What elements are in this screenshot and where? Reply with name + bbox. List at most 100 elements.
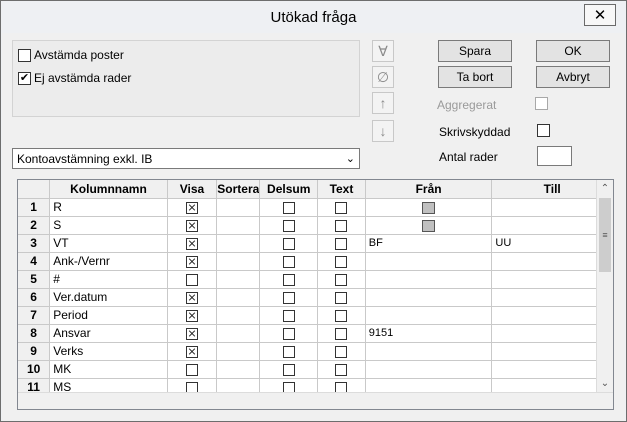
chevron-down-icon[interactable]: ⌄ <box>346 152 355 165</box>
visa-cell[interactable] <box>167 324 218 343</box>
column-header-text[interactable]: Text <box>317 180 366 199</box>
fran-value-marker[interactable] <box>422 219 436 232</box>
fran-cell[interactable] <box>365 252 493 271</box>
visa-checkbox[interactable] <box>185 219 198 232</box>
text-checkbox[interactable] <box>335 345 348 358</box>
column-header-visa[interactable]: Visa <box>167 180 218 199</box>
delsum-cell[interactable] <box>259 324 319 343</box>
text-checkbox[interactable] <box>335 255 348 268</box>
till-cell[interactable] <box>491 306 613 325</box>
sortera-cell[interactable] <box>216 234 261 253</box>
sortera-cell[interactable] <box>216 360 261 379</box>
text-checkbox[interactable] <box>335 237 348 250</box>
sortera-cell[interactable] <box>216 270 261 289</box>
text-checkbox[interactable] <box>335 309 348 322</box>
visa-cell[interactable] <box>167 342 218 361</box>
delsum-cell[interactable] <box>259 342 319 361</box>
delsum-cell[interactable] <box>259 360 319 379</box>
fran-cell[interactable] <box>365 306 493 325</box>
filter-all-button[interactable]: ∀ <box>372 40 394 62</box>
text-checkbox[interactable] <box>335 219 348 232</box>
fran-cell[interactable]: BF <box>365 234 493 253</box>
column-name-cell[interactable]: S <box>49 216 168 235</box>
column-header-kolumnnamn[interactable]: Kolumnnamn <box>49 180 168 199</box>
table-row[interactable]: 1R <box>18 198 613 217</box>
till-cell[interactable] <box>491 342 613 361</box>
scroll-down-icon[interactable]: ⌄ <box>597 375 613 392</box>
text-cell[interactable] <box>317 288 366 307</box>
sortera-cell[interactable] <box>216 216 261 235</box>
table-row[interactable]: 10 MK <box>18 360 613 379</box>
text-cell[interactable] <box>317 306 366 325</box>
text-cell[interactable] <box>317 360 366 379</box>
ej-avstamda-rader-checkbox[interactable]: ✔ <box>18 71 31 85</box>
fran-cell[interactable] <box>365 288 493 307</box>
column-name-cell[interactable]: Ver.datum <box>49 288 168 307</box>
move-up-button[interactable]: ↑ <box>372 92 394 114</box>
visa-cell[interactable] <box>167 288 218 307</box>
vertical-scrollbar[interactable]: ⌃ ≡ ⌄ <box>596 180 613 409</box>
visa-cell[interactable] <box>167 198 218 217</box>
text-checkbox[interactable] <box>335 327 348 340</box>
empty-set-button[interactable]: ∅ <box>372 66 394 88</box>
sortera-cell[interactable] <box>216 306 261 325</box>
till-cell[interactable] <box>491 360 613 379</box>
delsum-checkbox[interactable] <box>282 345 295 358</box>
delsum-cell[interactable] <box>259 288 319 307</box>
delsum-cell[interactable] <box>259 306 319 325</box>
till-cell[interactable] <box>491 288 613 307</box>
text-cell[interactable] <box>317 270 366 289</box>
text-cell[interactable] <box>317 216 366 235</box>
visa-cell[interactable] <box>167 270 218 289</box>
delsum-checkbox[interactable] <box>282 363 295 376</box>
ta-bort-button[interactable]: Ta bort <box>438 66 512 88</box>
column-header-delsum[interactable]: Delsum <box>259 180 319 199</box>
visa-cell[interactable] <box>167 216 218 235</box>
delsum-checkbox[interactable] <box>282 291 295 304</box>
visa-checkbox[interactable] <box>185 363 198 376</box>
fran-value-marker[interactable] <box>422 201 436 214</box>
till-cell[interactable] <box>491 216 613 235</box>
text-checkbox[interactable] <box>335 363 348 376</box>
scroll-up-icon[interactable]: ⌃ <box>597 180 613 197</box>
text-checkbox[interactable] <box>335 291 348 304</box>
delsum-cell[interactable] <box>259 216 319 235</box>
delsum-checkbox[interactable] <box>282 255 295 268</box>
fran-cell[interactable] <box>365 216 493 235</box>
text-cell[interactable] <box>317 198 366 217</box>
visa-cell[interactable] <box>167 306 218 325</box>
sortera-cell[interactable] <box>216 288 261 307</box>
avstamda-poster-checkbox[interactable] <box>18 48 31 62</box>
column-name-cell[interactable]: R <box>49 198 168 217</box>
avstamda-poster-option[interactable]: Avstämda poster <box>18 47 124 63</box>
column-name-cell[interactable]: VT <box>49 234 168 253</box>
visa-checkbox[interactable] <box>185 273 198 286</box>
fran-cell[interactable] <box>365 270 493 289</box>
close-button[interactable]: ✕ <box>584 4 616 26</box>
visa-cell[interactable] <box>167 234 218 253</box>
text-cell[interactable] <box>317 252 366 271</box>
visa-checkbox[interactable] <box>185 201 198 214</box>
table-row[interactable]: 3 VT BF UU <box>18 234 613 253</box>
fran-cell[interactable]: 9151 <box>365 324 493 343</box>
sortera-cell[interactable] <box>216 342 261 361</box>
sortera-cell[interactable] <box>216 324 261 343</box>
spara-button[interactable]: Spara <box>438 40 512 62</box>
column-name-cell[interactable]: Ansvar <box>49 324 168 343</box>
visa-checkbox[interactable] <box>185 237 198 250</box>
query-select[interactable]: Kontoavstämning exkl. IB ⌄ <box>12 148 360 169</box>
column-header-sortera[interactable]: Sortera <box>216 180 261 199</box>
sortera-cell[interactable] <box>216 198 261 217</box>
delsum-checkbox[interactable] <box>282 201 295 214</box>
ok-button[interactable]: OK <box>536 40 610 62</box>
till-cell[interactable] <box>491 270 613 289</box>
delsum-cell[interactable] <box>259 252 319 271</box>
antal-rader-input[interactable] <box>537 146 572 166</box>
text-cell[interactable] <box>317 324 366 343</box>
text-checkbox[interactable] <box>335 201 348 214</box>
delsum-checkbox[interactable] <box>282 327 295 340</box>
column-name-cell[interactable]: Period <box>49 306 168 325</box>
column-header-till[interactable]: Till <box>491 180 613 199</box>
fran-cell[interactable] <box>365 360 493 379</box>
table-row[interactable]: 7 Period <box>18 306 613 325</box>
